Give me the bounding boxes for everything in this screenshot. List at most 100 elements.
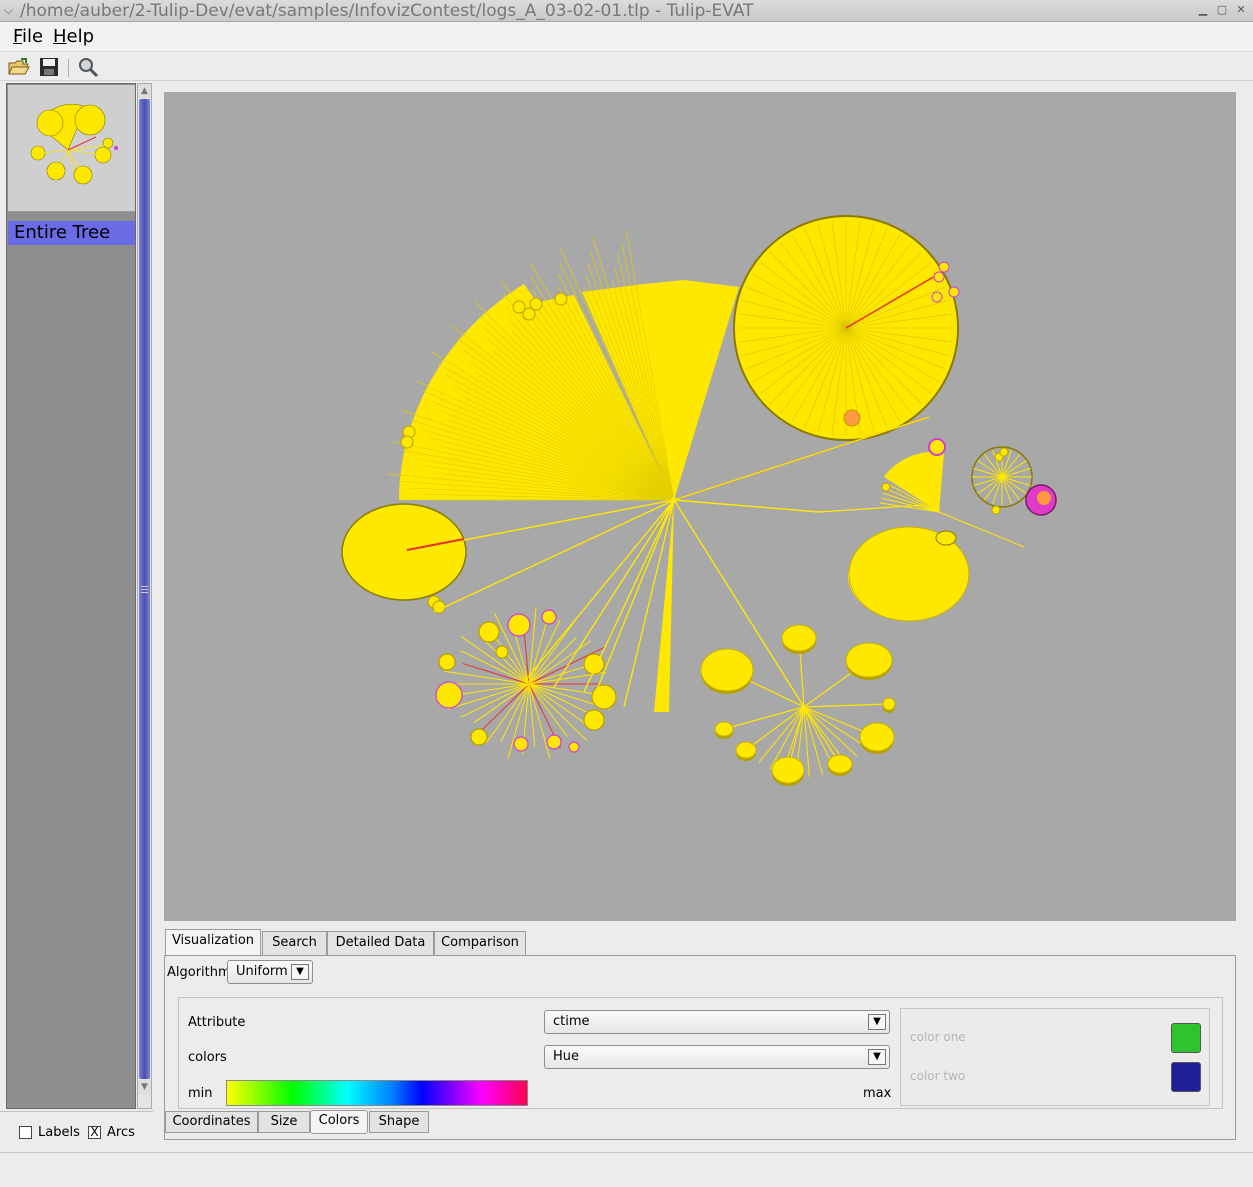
leaf-node[interactable] (546, 734, 562, 750)
star-edge (528, 683, 568, 738)
arcs-label: Arcs (107, 1125, 135, 1140)
leaf-node[interactable] (882, 697, 896, 711)
tree-item-entire-tree[interactable]: Entire Tree (8, 221, 135, 245)
menu-help[interactable]: Help (53, 26, 94, 47)
tab-visualization[interactable]: Visualization (165, 929, 261, 955)
colors-value: Hue (553, 1049, 580, 1064)
toolbar-separator (68, 59, 69, 77)
leaf-node[interactable] (735, 741, 757, 759)
min-label: min (188, 1086, 213, 1101)
subtab-shape[interactable]: Shape (369, 1111, 429, 1133)
leaf-node[interactable] (859, 722, 895, 752)
tree-edge (673, 499, 820, 513)
tree-edge (463, 499, 675, 541)
leaf-node[interactable] (470, 728, 488, 746)
leaf-node[interactable] (507, 613, 531, 637)
tree-visualization (341, 215, 1057, 786)
subtab-size[interactable]: Size (258, 1111, 310, 1133)
algorithm-label: Algorithm (167, 965, 231, 980)
leaf-node[interactable] (513, 736, 529, 752)
status-bar (0, 1152, 1253, 1187)
labels-checkbox[interactable] (19, 1126, 32, 1139)
color-choice-box: color one color two (900, 1008, 1210, 1106)
display-options: Labels X Arcs (0, 1111, 153, 1151)
leaf-node[interactable] (591, 684, 617, 710)
leaf-node[interactable] (931, 291, 943, 303)
color-one-swatch[interactable] (1171, 1023, 1201, 1053)
top-right-cluster[interactable] (733, 215, 960, 441)
labels-label: Labels (38, 1125, 80, 1140)
leaf-node[interactable] (843, 409, 861, 427)
leaf-node[interactable] (700, 648, 754, 692)
left-panel-scrollbar[interactable]: ▲ ▼ (137, 83, 152, 1109)
star-edge (460, 636, 530, 685)
tab-detailed-data[interactable]: Detailed Data (327, 931, 434, 955)
leaf-node[interactable] (568, 741, 580, 753)
leaf-node[interactable] (933, 271, 945, 283)
colors-select[interactable]: Hue ▼ (544, 1045, 890, 1069)
scrollbar-thumb[interactable] (139, 99, 150, 1079)
bottom-right-star-cluster[interactable] (700, 624, 896, 786)
leaf-node[interactable] (435, 681, 463, 709)
leaf-node[interactable] (771, 756, 805, 784)
chevron-down-icon: ▼ (291, 964, 309, 980)
leaf-node[interactable] (400, 435, 414, 449)
window-title: /home/auber/2-Tulip-Dev/evat/samples/Inf… (20, 1, 754, 21)
max-label: max (863, 1086, 892, 1101)
leaf-node[interactable] (714, 721, 734, 737)
minimize-icon[interactable]: ▁ (1196, 3, 1210, 17)
star-edge (528, 618, 577, 685)
hue-gradient-bar (226, 1080, 528, 1106)
radial-fan (387, 230, 739, 712)
zoom-magnifier-icon[interactable] (76, 56, 100, 78)
tab-search[interactable]: Search (262, 931, 327, 955)
tree-list-panel: Entire Tree (6, 83, 136, 1109)
colors-label: colors (188, 1050, 227, 1065)
color-one-label: color one (910, 1030, 966, 1044)
leaf-node[interactable] (522, 307, 536, 321)
leaf-node[interactable] (554, 292, 568, 306)
color-two-label: color two (910, 1069, 966, 1083)
color-two-swatch[interactable] (1171, 1062, 1201, 1092)
save-disk-icon[interactable] (37, 56, 61, 78)
attribute-value: ctime (553, 1014, 590, 1029)
subtab-coordinates[interactable]: Coordinates (165, 1111, 258, 1133)
menu-bar: File Help (0, 22, 1253, 52)
algorithm-value: Uniform (236, 964, 288, 979)
leaf-node[interactable] (938, 261, 950, 273)
chevron-down-icon: ▼ (868, 1049, 886, 1065)
leaf-node[interactable] (541, 609, 557, 625)
arcs-checkbox[interactable]: X (88, 1126, 101, 1139)
star-edge (528, 683, 591, 728)
scroll-up-icon[interactable]: ▲ (138, 84, 151, 98)
leaf-node[interactable] (495, 645, 509, 659)
subtab-colors[interactable]: Colors (310, 1110, 368, 1134)
menu-file[interactable]: File (13, 26, 43, 47)
scroll-down-icon[interactable]: ▼ (138, 1080, 151, 1094)
leaf-node[interactable] (438, 653, 456, 671)
close-icon[interactable]: ✕ (1234, 3, 1248, 17)
left-disc-cluster[interactable] (341, 503, 467, 601)
leaf-node[interactable] (583, 709, 605, 731)
leaf-node[interactable] (827, 754, 853, 774)
attribute-label: Attribute (188, 1015, 246, 1030)
attribute-select[interactable]: ctime ▼ (544, 1010, 890, 1034)
title-bar: ⌵ /home/auber/2-Tulip-Dev/evat/samples/I… (0, 0, 1253, 22)
maximize-icon[interactable]: ▢ (1215, 3, 1229, 17)
tab-comparison[interactable]: Comparison (434, 931, 526, 955)
algorithm-select[interactable]: Uniform ▼ (227, 960, 313, 984)
window-menu-chevron-icon[interactable]: ⌵ (4, 3, 13, 18)
tree-thumbnail[interactable] (8, 85, 135, 212)
right-disc-cluster[interactable] (847, 526, 970, 622)
star-edge (723, 706, 805, 730)
leaf-node[interactable] (478, 621, 500, 643)
graph-canvas[interactable] (164, 92, 1236, 921)
open-folder-icon[interactable] (7, 56, 31, 78)
leaf-node[interactable] (781, 624, 817, 652)
root-node[interactable] (671, 497, 677, 503)
star-edge (803, 703, 890, 708)
star-edge (473, 683, 530, 724)
leaf-node[interactable] (948, 286, 960, 298)
fan-wedge (654, 500, 674, 712)
leaf-node[interactable] (845, 642, 893, 678)
